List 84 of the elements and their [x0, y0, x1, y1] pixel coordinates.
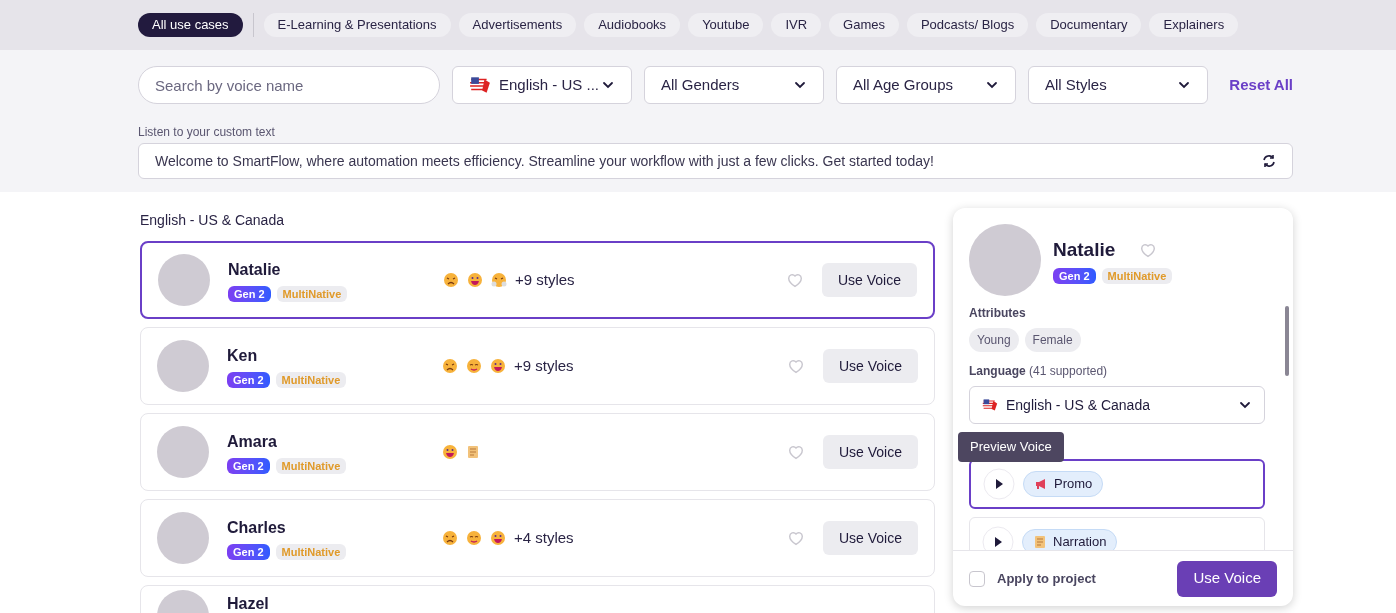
multinative-badge: MultiNative [276, 286, 348, 302]
style-tag: Narration [1022, 529, 1118, 550]
grinning-face-icon [490, 530, 506, 546]
use-voice-button[interactable]: Use Voice [821, 263, 917, 297]
use-case-tab[interactable]: E-Learning & Presentations [263, 13, 451, 37]
use-case-tab[interactable]: All use cases [138, 13, 243, 37]
generation-badge: Gen 2 [227, 458, 270, 474]
generation-badge: Gen 2 [228, 286, 271, 302]
refresh-icon[interactable] [1262, 154, 1276, 168]
styles-count: +4 styles [514, 527, 574, 548]
use-voice-button[interactable]: Use Voice [1177, 560, 1277, 597]
avatar-placeholder [157, 512, 209, 564]
multinative-badge: MultiNative [275, 544, 347, 560]
grinning-face-icon [442, 444, 458, 460]
heart-icon[interactable] [1139, 241, 1158, 259]
field-label: Listen to your custom text [138, 124, 276, 141]
generation-badge: Gen 2 [227, 372, 270, 388]
multinative-badge: MultiNative [275, 458, 347, 474]
play-icon[interactable] [982, 526, 1014, 550]
filter-dropdown[interactable]: All Age Groups [836, 66, 1016, 104]
grinning-face-icon [490, 358, 506, 374]
checkbox[interactable] [969, 570, 985, 587]
megaphone-icon [1034, 477, 1048, 491]
flag-icon [982, 397, 998, 413]
section-label: Attributes [969, 305, 1027, 322]
filter-dropdown[interactable]: English - US ... [452, 66, 632, 104]
heart-icon[interactable] [786, 357, 805, 375]
use-voice-button[interactable]: Use Voice [822, 435, 918, 469]
avatar-placeholder [158, 254, 210, 306]
use-voice-button[interactable]: Use Voice [822, 521, 918, 555]
reset-all-link[interactable]: Reset All [1229, 73, 1293, 97]
voice-name: Amara [227, 432, 278, 452]
multinative-badge: MultiNative [275, 372, 347, 388]
voice-name: Charles [227, 518, 287, 538]
voice-name: Natalie [1053, 237, 1116, 262]
voice-card[interactable]: Ken Gen 2 MultiNative +9 styles Use Voice [140, 327, 935, 405]
search-field[interactable]: Search by voice name [138, 66, 440, 104]
multinative-badge: MultiNative [1101, 268, 1173, 285]
smiling-face-icon [466, 530, 482, 546]
use-case-tab[interactable]: Games [829, 13, 899, 37]
scroll-icon [466, 444, 480, 460]
frowning-face-icon [442, 358, 458, 374]
tooltip: Preview Voice [958, 432, 1064, 462]
voice-name: Hazel [227, 594, 270, 613]
voice-card[interactable]: Hazel [140, 585, 935, 613]
filter-dropdown[interactable]: All Styles [1028, 66, 1208, 104]
play-icon[interactable] [983, 468, 1015, 500]
voice-card[interactable]: Charles Gen 2 MultiNative +4 styles Use Voice [140, 499, 935, 577]
heart-icon[interactable] [786, 529, 805, 547]
style-tag: Promo [1023, 471, 1104, 497]
section-label: Language (41 supported) [969, 363, 1109, 380]
use-voice-button[interactable]: Use Voice [822, 349, 918, 383]
voice-card[interactable]: Natalie Gen 2 MultiNative +9 styles Use Voice [140, 241, 935, 319]
section-title: English - US & Canada [140, 211, 285, 230]
avatar-placeholder [157, 426, 209, 478]
use-case-tab[interactable]: IVR [771, 13, 822, 37]
checkbox-label: Apply to project [997, 569, 1096, 588]
filter-dropdown[interactable]: All Genders [644, 66, 824, 104]
voice-name: Natalie [228, 260, 282, 280]
styles-count: +9 styles [515, 269, 575, 290]
voice-card[interactable]: Amara Gen 2 MultiNative Use Voice [140, 413, 935, 491]
attribute-tag: Young [969, 328, 1019, 352]
generation-badge: Gen 2 [227, 544, 270, 560]
generation-badge: Gen 2 [1053, 268, 1096, 285]
attribute-tag: Female [1024, 328, 1081, 352]
smiling-face-icon [466, 358, 482, 374]
voice-name: Ken [227, 346, 259, 366]
frowning-face-icon [443, 272, 459, 288]
avatar-placeholder [157, 340, 209, 392]
custom-text-field[interactable]: Welcome to SmartFlow, where automation meets efficiency. Streamline your workflow with just a few clicks. Get started today! [138, 143, 1293, 179]
use-case-tab[interactable]: Explainers [1149, 13, 1239, 37]
use-case-tab[interactable]: Audiobooks [584, 13, 681, 37]
scroll-icon [1033, 534, 1047, 550]
styles-count: +9 styles [514, 355, 574, 376]
grinning-face-icon [467, 272, 483, 288]
steaming-face-icon [491, 272, 507, 288]
frowning-face-icon [442, 530, 458, 546]
use-case-tab[interactable]: Documentary [1036, 13, 1142, 37]
use-case-tab[interactable]: Advertisements [458, 13, 577, 37]
use-case-tab[interactable]: Podcasts/ Blogs [906, 13, 1029, 37]
use-case-tab[interactable]: Youtube [688, 13, 764, 37]
heart-icon[interactable] [785, 271, 804, 289]
language-dropdown[interactable]: English - US & Canada [969, 386, 1265, 424]
heart-icon[interactable] [786, 443, 805, 461]
